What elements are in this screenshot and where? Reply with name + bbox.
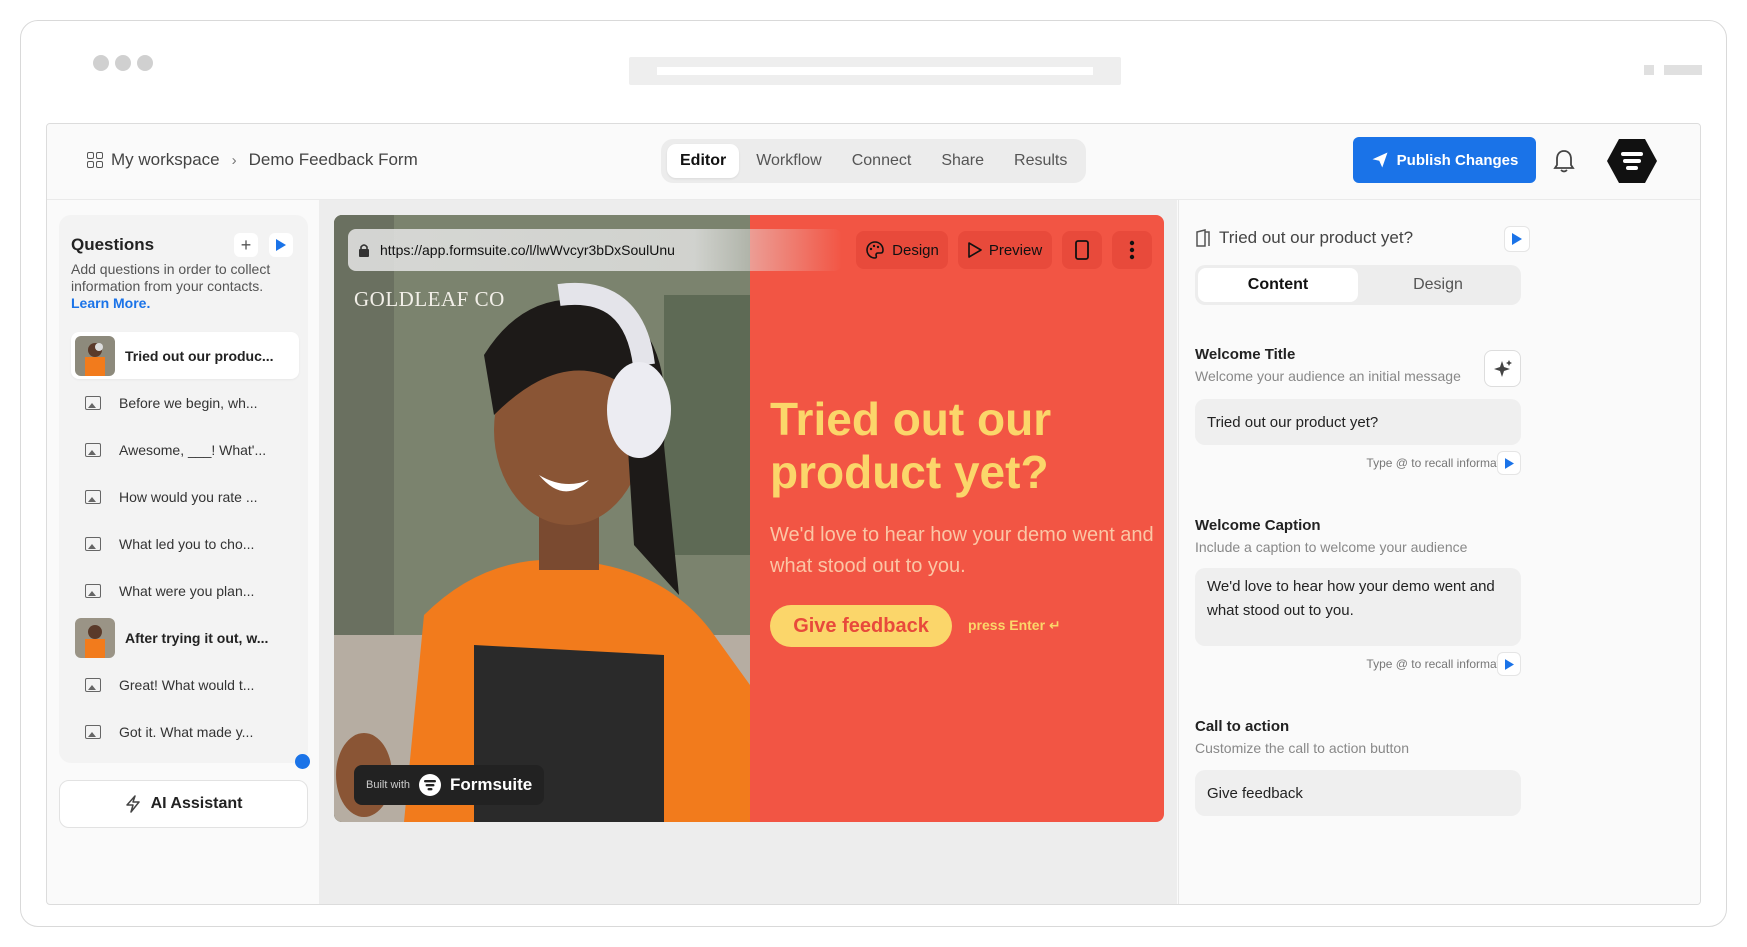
welcome-headline: Tried out our product yet? (770, 393, 1052, 498)
tab-content[interactable]: Content (1198, 268, 1358, 302)
sparkle-icon (1493, 359, 1512, 377)
mobile-view-button[interactable] (1062, 231, 1102, 269)
image-icon (85, 677, 101, 692)
form-preview: GOLDLEAF CO https://app.formsuite.co/l/l… (334, 215, 1164, 822)
welcome-panel (750, 215, 1164, 822)
notifications-bell-icon[interactable] (1547, 144, 1581, 178)
hero-photo: GOLDLEAF CO (334, 215, 750, 822)
question-thumbnail (75, 617, 115, 658)
image-icon (85, 536, 101, 551)
properties-panel: Tried out our product yet? Content Desig… (1178, 200, 1700, 904)
image-icon (85, 395, 101, 410)
question-thumbnail (75, 335, 115, 376)
preview-area: GOLDLEAF CO https://app.formsuite.co/l/l… (319, 200, 1177, 904)
question-item[interactable]: How would you rate ... (71, 473, 299, 520)
publish-changes-button[interactable]: Publish Changes (1353, 137, 1536, 183)
window-dots (93, 55, 153, 71)
account-avatar[interactable] (1605, 134, 1659, 188)
more-options-button[interactable] (1112, 231, 1152, 269)
design-button[interactable]: Design (856, 231, 948, 269)
play-icon (968, 242, 982, 258)
play-icon[interactable] (1497, 451, 1521, 475)
welcome-title-label: Welcome Title (1195, 346, 1296, 363)
give-feedback-button[interactable]: Give feedback (770, 605, 952, 647)
top-bar: My workspace › Demo Feedback Form Editor… (47, 124, 1700, 200)
image-icon (85, 489, 101, 504)
question-item[interactable]: After trying it out, w... (71, 614, 299, 661)
question-item[interactable]: What led you to cho... (71, 520, 299, 567)
play-icon[interactable] (1497, 652, 1521, 676)
welcome-title-subtext: Welcome your audience an initial message (1195, 368, 1461, 384)
tab-editor[interactable]: Editor (667, 144, 740, 178)
tab-connect[interactable]: Connect (839, 144, 925, 178)
tab-share[interactable]: Share (928, 144, 997, 178)
welcome-caption: We'd love to hear how your demo went and… (770, 524, 1154, 577)
question-item[interactable]: Tried out our produc... (71, 332, 299, 379)
panel-title: Tried out our product yet? (1195, 228, 1413, 248)
ai-sparkle-button[interactable] (1484, 350, 1521, 387)
image-icon (85, 724, 101, 739)
tab-results[interactable]: Results (1001, 144, 1080, 178)
question-item[interactable]: Got it. What made y... (71, 708, 299, 755)
door-icon (1196, 229, 1210, 247)
lightning-icon (125, 795, 140, 813)
image-icon (85, 442, 101, 457)
built-with-badge[interactable]: Built with Formsuite (354, 765, 545, 805)
welcome-caption-input[interactable]: We'd love to hear how your demo went and… (1195, 568, 1521, 646)
breadcrumb-form[interactable]: Demo Feedback Form (249, 150, 418, 170)
questions-sidebar: Questions + Add questions in order to co… (59, 215, 308, 763)
main-tabs: Editor Workflow Connect Share Results (661, 139, 1087, 183)
more-vertical-icon (1129, 240, 1135, 260)
preview-button[interactable]: Preview (958, 231, 1052, 269)
breadcrumb: My workspace › Demo Feedback Form (87, 150, 418, 170)
play-icon[interactable] (269, 233, 293, 257)
questions-description: Add questions in order to collect inform… (71, 261, 271, 311)
welcome-caption-label: Welcome Caption (1195, 517, 1321, 534)
publish-label: Publish Changes (1396, 151, 1519, 169)
send-icon (1372, 152, 1388, 168)
lock-icon (359, 243, 369, 257)
welcome-title-input[interactable]: Tried out our product yet? (1195, 399, 1521, 445)
preview-url: https://app.formsuite.co/l/lwWvcyr3bDxSo… (380, 242, 675, 258)
app-window: My workspace › Demo Feedback Form Editor… (46, 123, 1701, 905)
image-icon (85, 583, 101, 598)
tab-workflow[interactable]: Workflow (743, 144, 835, 178)
learn-more-link[interactable]: Learn More. (71, 295, 150, 311)
notification-dot (295, 754, 310, 769)
recall-hint: Type @ to recall information (1366, 657, 1516, 671)
question-item[interactable]: Before we begin, wh... (71, 379, 299, 426)
question-item[interactable]: What were you plan... (71, 567, 299, 614)
mobile-icon (1075, 240, 1089, 260)
welcome-caption-subtext: Include a caption to welcome your audien… (1195, 539, 1468, 555)
question-item[interactable]: Awesome, ___! What'... (71, 426, 299, 473)
palette-icon (866, 241, 884, 259)
call-to-action-subtext: Customize the call to action button (1195, 740, 1410, 756)
preview-url-bar[interactable]: https://app.formsuite.co/l/lwWvcyr3bDxSo… (348, 229, 842, 271)
formsuite-logo-icon (419, 774, 442, 796)
window-controls (1644, 65, 1702, 75)
press-enter-hint: press Enter ↵ (968, 617, 1061, 633)
recall-hint: Type @ to recall information (1366, 456, 1516, 470)
question-list: Tried out our produc... Before we begin,… (71, 332, 299, 755)
window-dot (93, 55, 109, 71)
window-dot (115, 55, 131, 71)
browser-address-bar[interactable] (629, 57, 1121, 85)
call-to-action-label: Call to action (1195, 718, 1290, 735)
grid-icon (87, 152, 103, 168)
play-icon[interactable] (1504, 226, 1530, 252)
question-item[interactable]: Great! What would t... (71, 661, 299, 708)
window-dot (137, 55, 153, 71)
brand-logo: GOLDLEAF CO (354, 287, 505, 311)
add-question-button[interactable]: + (234, 233, 258, 257)
tab-design[interactable]: Design (1358, 268, 1518, 302)
ai-assistant-button[interactable]: AI Assistant (59, 780, 308, 828)
call-to-action-input[interactable]: Give feedback (1195, 770, 1521, 816)
chevron-right-icon: › (231, 151, 237, 169)
breadcrumb-workspace[interactable]: My workspace (111, 150, 220, 170)
panel-tabs: Content Design (1195, 265, 1521, 305)
questions-title: Questions (71, 235, 155, 254)
